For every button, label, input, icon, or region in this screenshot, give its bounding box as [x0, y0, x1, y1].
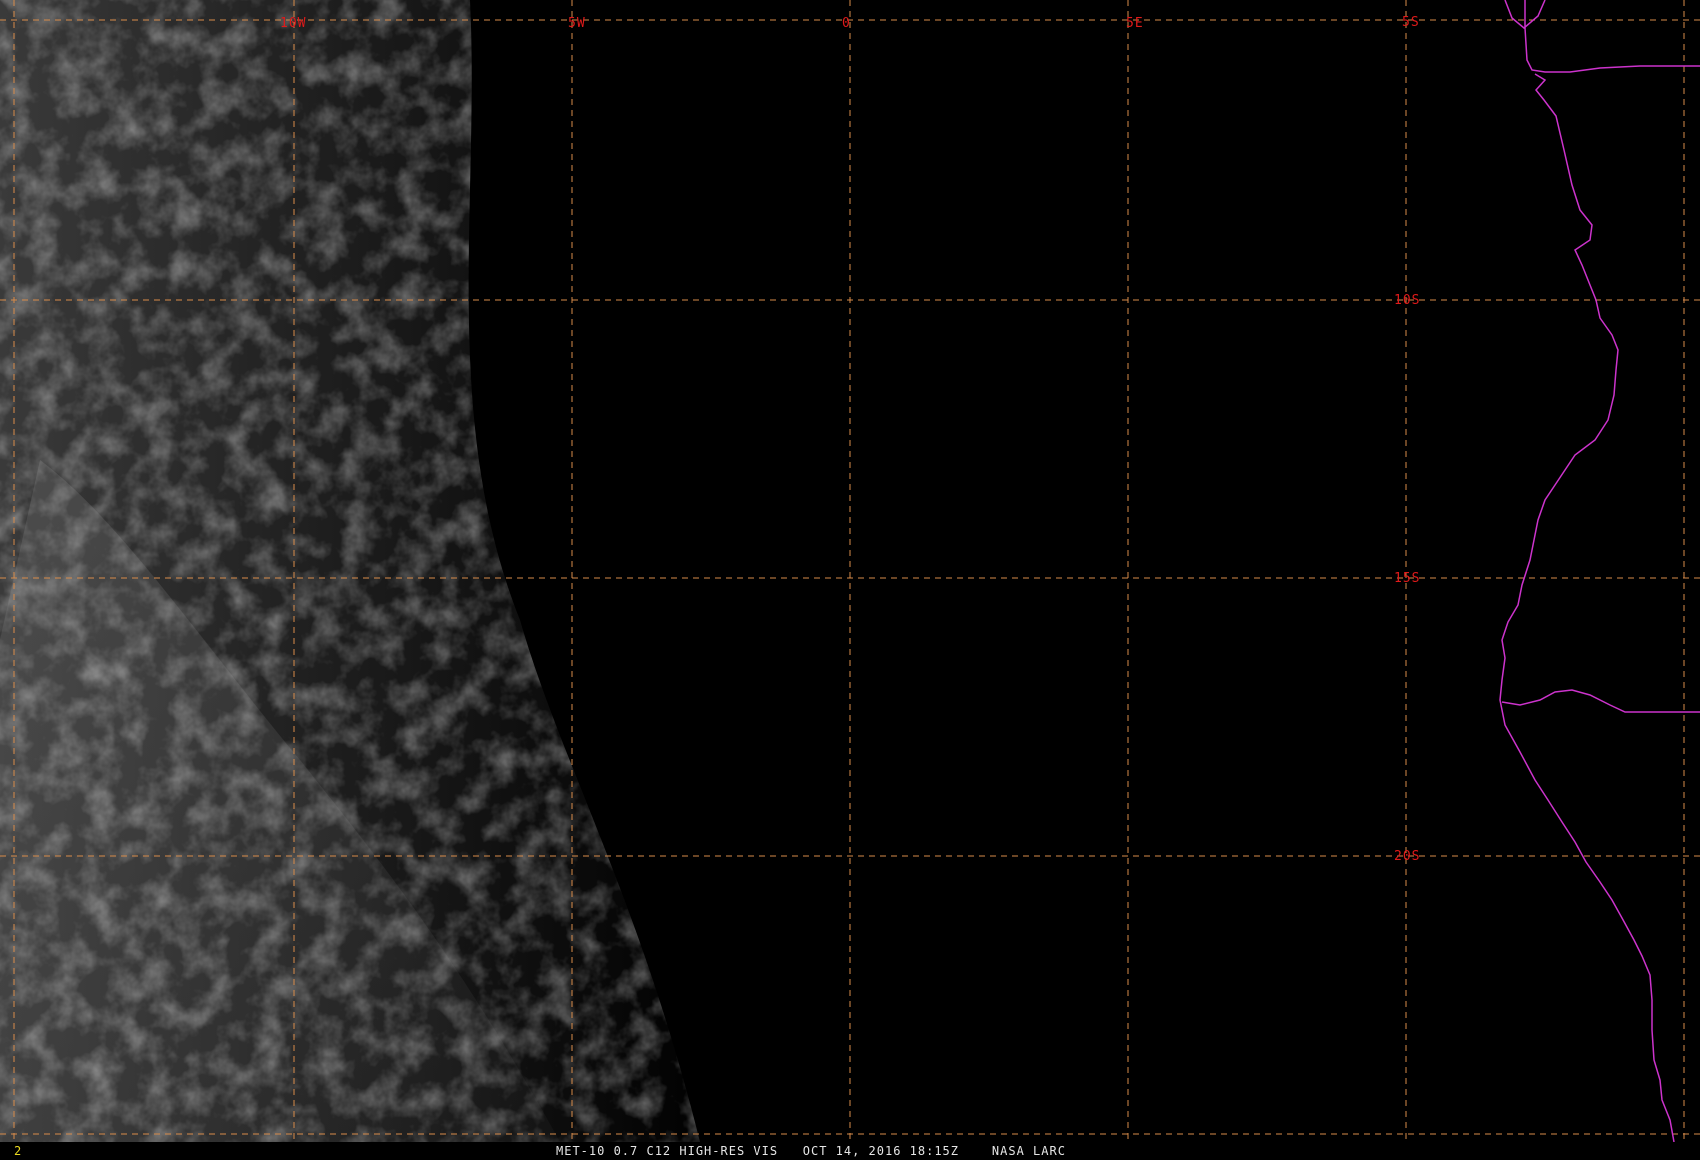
africa-coastline: [1499, 0, 1700, 1143]
lat-label-5s: 5S: [1402, 15, 1420, 30]
lat-label-15s: 15S: [1394, 571, 1420, 586]
frame-number: 2: [14, 1144, 23, 1158]
satellite-image-viewer: 10W 5W 0 5E 5S 10S 15S 20S 2 MET-10 0.7 …: [0, 0, 1700, 1160]
image-status-bar: 2 MET-10 0.7 C12 HIGH-RES VIS OCT 14, 20…: [0, 1142, 1700, 1160]
lon-label-5e: 5E: [1126, 16, 1144, 31]
lon-label-5w: 5W: [568, 16, 586, 31]
lat-label-20s: 20S: [1394, 849, 1420, 864]
lon-label-10w: 10W: [280, 16, 306, 31]
image-caption: MET-10 0.7 C12 HIGH-RES VIS OCT 14, 2016…: [556, 1144, 1066, 1158]
coastline-path: [1499, 0, 1700, 1143]
sunlit-cloud-region: [0, 0, 700, 1142]
latitude-labels: 5S 10S 15S 20S: [1394, 15, 1420, 864]
lat-label-10s: 10S: [1394, 293, 1420, 308]
lon-label-0: 0: [842, 16, 851, 31]
satellite-map: 10W 5W 0 5E 5S 10S 15S 20S: [0, 0, 1700, 1143]
